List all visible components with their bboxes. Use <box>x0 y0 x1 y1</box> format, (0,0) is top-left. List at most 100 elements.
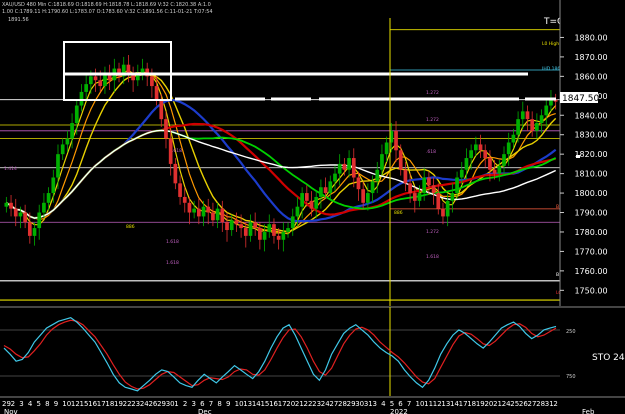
y-tick-label: 1860.00 <box>574 72 607 81</box>
candle-body <box>178 183 182 197</box>
candle-body <box>492 169 497 174</box>
x-month-label: 2022 <box>390 408 408 414</box>
y-tick-label: 1840.00 <box>574 111 607 120</box>
header-line2: 1.00 C:1789.11 H:1790.60 L:1783.07 O:178… <box>2 9 213 15</box>
x-tick-label: 10 <box>235 400 244 408</box>
x-tick-label: 25 <box>510 400 519 408</box>
candle-body <box>295 206 300 217</box>
x-tick-label: 23 <box>312 400 321 408</box>
x-tick-label: 28 <box>338 400 347 408</box>
candle-body <box>544 105 549 116</box>
x-tick-label: 20 <box>484 400 493 408</box>
fib-label: 1.618 <box>426 254 439 260</box>
x-tick-label: 19 <box>476 400 485 408</box>
candle-body <box>535 123 539 131</box>
x-tick-label: 17 <box>278 400 287 408</box>
candle-body <box>351 158 356 178</box>
stoch-level-low: 750 <box>566 374 576 380</box>
candle-body <box>483 150 488 159</box>
candle-body <box>516 119 520 135</box>
x-month-label: Nov <box>4 408 18 414</box>
candle-body <box>262 231 267 240</box>
stoch-level-high: 250 <box>566 329 576 335</box>
candle-body <box>445 200 450 217</box>
candle-body <box>98 80 103 87</box>
x-tick-label: 2 <box>553 400 557 408</box>
candle-body <box>408 183 412 194</box>
fib-label: .618 <box>172 148 182 154</box>
candle-body <box>70 123 74 139</box>
candle-body <box>4 202 9 207</box>
candle-body <box>192 208 196 213</box>
trading-chart[interactable]: XAU/USD 480 Min C:1818.69 O:1818.69 H:18… <box>0 0 625 414</box>
candle-body <box>215 208 220 221</box>
candle-body <box>159 99 164 120</box>
candle-body <box>281 231 286 240</box>
candle-body <box>520 111 525 120</box>
stoch-label: STO 24, <box>592 353 625 363</box>
candle-body <box>488 158 492 170</box>
candle-body <box>356 177 361 190</box>
candle-body <box>173 163 178 184</box>
candle-body <box>497 165 502 174</box>
candle-body <box>46 193 51 203</box>
candle-body <box>450 193 455 201</box>
price-tag-label: 1891.56 <box>8 17 29 23</box>
candle-body <box>431 185 436 194</box>
candle-body <box>243 228 248 236</box>
y-tick-label: 1810.00 <box>574 170 607 179</box>
candle-body <box>300 193 304 207</box>
y-tick-label: 1760.00 <box>574 267 607 276</box>
candle-body <box>333 173 337 182</box>
candle-body <box>464 158 469 170</box>
axis-marker <box>576 155 580 158</box>
x-tick-label: 9 <box>226 400 230 408</box>
candle-body <box>182 196 187 203</box>
x-tick-label: 31 <box>364 400 373 408</box>
candle-body <box>370 181 375 194</box>
candle-body <box>42 202 46 213</box>
candle-body <box>328 181 333 194</box>
candle-body <box>469 150 473 159</box>
candle-body <box>267 224 272 232</box>
candle-body <box>319 187 323 197</box>
x-tick-label: 7 <box>209 400 213 408</box>
candle-body <box>9 202 13 209</box>
x-tick-label: 31 <box>545 400 554 408</box>
candle-body <box>384 142 389 155</box>
x-tick-label: 9 <box>54 400 58 408</box>
candle-body <box>32 228 37 236</box>
candle-body <box>239 224 243 229</box>
candle-body <box>140 68 145 73</box>
x-tick-label: 21 <box>295 400 304 408</box>
candle-body <box>417 193 422 201</box>
current-price-label: 1847.50 <box>562 94 599 104</box>
candle-body <box>248 222 253 236</box>
y-tick-label: 1870.00 <box>574 53 607 62</box>
x-tick-label: 21 <box>493 400 502 408</box>
candle-body <box>276 235 281 240</box>
candle-body <box>51 177 56 194</box>
candle-body <box>229 220 234 231</box>
x-tick-label: 15 <box>260 400 269 408</box>
x-tick-label: 13 <box>243 400 252 408</box>
candle-body <box>361 189 366 203</box>
x-tick-label: 5 <box>36 400 40 408</box>
candle-body <box>60 144 65 155</box>
candle-body <box>56 154 60 178</box>
candle-body <box>441 208 445 217</box>
candle-body <box>272 224 276 236</box>
candle-body <box>422 177 427 194</box>
candle-body <box>37 212 42 229</box>
candle-body <box>366 193 370 203</box>
x-tick-label: 4 <box>28 400 33 408</box>
candle-body <box>93 76 98 81</box>
candle-body <box>211 212 215 221</box>
candle-body <box>74 105 79 124</box>
candle-body <box>412 193 417 201</box>
candle-body <box>304 193 309 201</box>
candle-body <box>347 158 351 170</box>
candle-body <box>196 208 201 217</box>
candle-body <box>201 206 206 217</box>
x-tick-label: 17 <box>97 400 106 408</box>
